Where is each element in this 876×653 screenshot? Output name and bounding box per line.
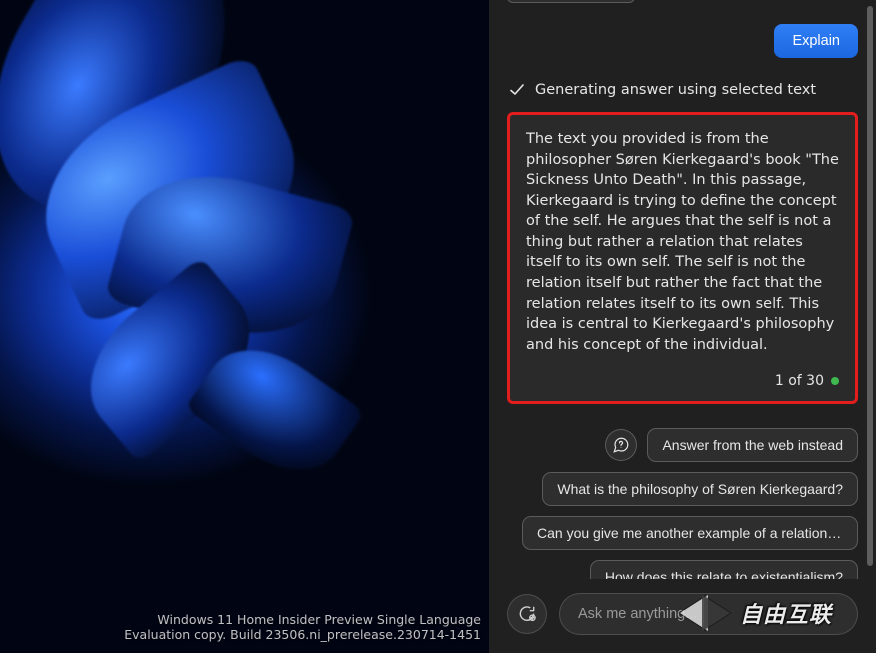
status-dot-icon — [831, 377, 839, 385]
response-counter: 1 of 30 — [526, 355, 839, 389]
answer-card: The text you provided is from the philos… — [507, 112, 858, 404]
chat-scroll-area[interactable]: Explain Generating answer using selected… — [489, 0, 876, 579]
input-bar — [489, 579, 876, 653]
status-text: Generating answer using selected text — [535, 82, 816, 98]
suggestion-existentialism[interactable]: How does this relate to existentialism? — [590, 560, 858, 579]
scrollbar[interactable] — [867, 6, 873, 566]
suggestion-philosophy[interactable]: What is the philosophy of Søren Kierkega… — [542, 472, 858, 506]
suggestion-example-relation[interactable]: Can you give me another example of a rel… — [522, 516, 858, 550]
copilot-panel: Explain Generating answer using selected… — [489, 0, 876, 653]
desktop-wallpaper: Windows 11 Home Insider Preview Single L… — [0, 0, 489, 653]
answer-text: The text you provided is from the philos… — [526, 129, 839, 355]
watermark-line-1: Windows 11 Home Insider Preview Single L… — [124, 612, 481, 628]
watermark-line-2: Evaluation copy. Build 23506.ni_prerelea… — [124, 627, 481, 643]
desktop-watermark: Windows 11 Home Insider Preview Single L… — [124, 612, 481, 643]
suggestion-list: Answer from the web instead What is the … — [507, 404, 858, 579]
explain-button[interactable]: Explain — [774, 24, 858, 58]
checkmark-icon — [509, 82, 525, 98]
new-topic-button[interactable] — [507, 594, 547, 634]
suggestion-answer-from-web[interactable]: Answer from the web instead — [647, 428, 858, 462]
previous-message-peek — [507, 0, 635, 3]
ask-input[interactable] — [559, 593, 858, 635]
counter-label: 1 of 30 — [775, 373, 824, 389]
question-icon — [605, 429, 637, 461]
status-row: Generating answer using selected text — [507, 68, 858, 108]
